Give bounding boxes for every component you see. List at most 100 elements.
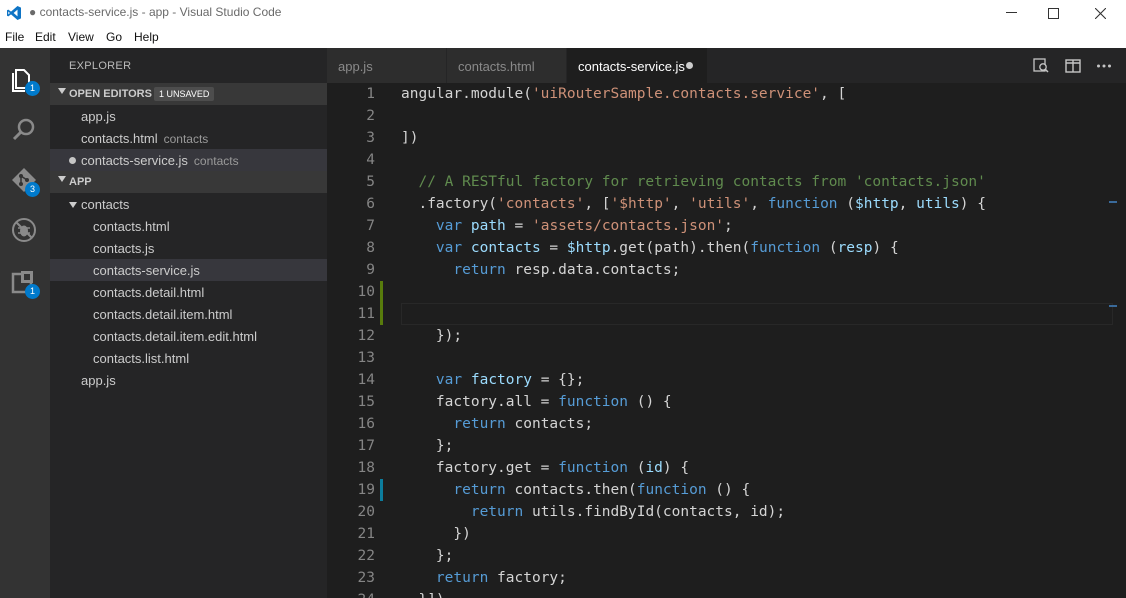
file-name: contacts.detail.item.html [93,307,233,322]
minimize-button[interactable] [988,0,1034,26]
menu-help[interactable]: Help [134,30,159,44]
code-line[interactable]: 7 var path = 'assets/contacts.json'; [327,215,1126,237]
split-editor-icon[interactable] [1064,57,1082,75]
debug-activity[interactable] [0,204,50,254]
line-number: 8 [366,240,375,256]
menu-view[interactable]: View [68,30,94,44]
code-line[interactable]: 15 factory.all = function () { [327,391,1126,413]
code-text: .factory('contacts', ['$http', 'utils', … [401,193,986,215]
file-item[interactable]: contacts.list.html [50,347,327,369]
code-text: return contacts.then(function () { [401,479,750,501]
code-line[interactable]: 22 }; [327,545,1126,567]
code-token: 'uiRouterSample.contacts.service' [531,86,821,102]
maximize-button[interactable] [1030,0,1076,26]
code-line[interactable]: 17 }; [327,435,1126,457]
code-token: angular.module( [401,86,532,102]
code-line[interactable]: 16 return contacts; [327,413,1126,435]
source-control-activity[interactable]: 3 [0,154,50,204]
code-line[interactable]: 2 [327,105,1126,127]
more-actions-icon[interactable] [1095,57,1113,75]
code-text: }; [401,545,453,567]
file-item[interactable]: contacts.html [50,215,327,237]
tab-app-js[interactable]: app.js [327,48,447,83]
code-token: var [435,240,463,256]
code-token: contacts [470,240,541,256]
code-token: var [435,218,463,234]
line-number: 10 [357,284,375,300]
code-token: .get(path).then( [610,240,751,256]
file-item[interactable]: app.js [50,369,327,391]
tab-contacts-html[interactable]: contacts.html [447,48,567,83]
code-token: function [558,394,628,410]
tab-contacts-service-js[interactable]: contacts-service.js [567,48,707,83]
tab-label: app.js [338,59,373,74]
open-editor-item[interactable]: contacts-service.js contacts [50,149,327,171]
search-activity[interactable] [0,104,50,154]
menu-edit[interactable]: Edit [35,30,56,44]
line-number: 15 [357,394,375,410]
file-name: app.js [81,373,116,388]
code-line[interactable]: 23 return factory; [327,567,1126,589]
file-item[interactable]: contacts.detail.item.edit.html [50,325,327,347]
unsaved-dot-icon[interactable] [686,62,693,69]
code-token: , [ [820,86,847,102]
code-line[interactable]: 4 [327,149,1126,171]
folder-name: contacts [81,197,130,212]
explorer-activity[interactable]: 1 [0,54,50,104]
line-number: 6 [366,196,375,212]
code-token: factory [470,372,532,388]
close-button[interactable] [1077,0,1123,26]
code-token: utils.findById(contacts, id); [523,504,786,520]
code-line[interactable]: 6 .factory('contacts', ['$http', 'utils'… [327,193,1126,215]
code-line[interactable]: 1 angular.module('uiRouterSample.contacts… [327,83,1126,105]
code-editor[interactable]: 1 angular.module('uiRouterSample.contacts… [327,83,1126,598]
open-editor-folder: contacts [193,154,239,168]
unsaved-badge: 1 UNSAVED [154,87,215,101]
file-item[interactable]: contacts-service.js [50,259,327,281]
code-line[interactable]: 12 }); [327,325,1126,347]
code-token: }]) [401,592,444,598]
file-name: contacts.detail.html [93,285,205,300]
file-item[interactable]: contacts.detail.item.html [50,303,327,325]
code-token: '$http' [610,196,672,212]
code-line[interactable]: 18 factory.get = function (id) { [327,457,1126,479]
extensions-activity[interactable]: 1 [0,256,50,306]
line-number: 23 [357,570,375,586]
code-token: , [898,196,917,212]
code-token: $http [566,240,611,256]
file-item[interactable]: contacts.detail.html [50,281,327,303]
code-line[interactable]: 24 }]) [327,589,1126,598]
open-editor-item[interactable]: app.js [50,105,327,127]
menu-go[interactable]: Go [106,30,122,44]
code-token: }; [401,438,454,454]
code-token: = [540,240,567,256]
menu-file[interactable]: File [5,30,24,44]
code-line[interactable]: 9 return resp.data.contacts; [327,259,1126,281]
line-number: 24 [327,589,375,598]
activity-bar: 1 3 1 [0,48,50,598]
close-icon [1094,7,1106,19]
file-item[interactable]: contacts.js [50,237,327,259]
code-line[interactable]: 14 var factory = {}; [327,369,1126,391]
code-line[interactable]: 20 return utils.findById(contacts, id); [327,501,1126,523]
code-line[interactable]: 11 [327,303,1126,325]
code-line[interactable]: 8 var contacts = $http.get(path).then(fu… [327,237,1126,259]
folder-contacts[interactable]: contacts [50,193,327,215]
code-token: 'assets/contacts.json' [531,218,725,234]
app-section-header[interactable]: APP [50,171,327,193]
code-line[interactable]: 3]) [327,127,1126,149]
title-bar: ● contacts-service.js - app - Visual Stu… [0,0,1126,26]
code-line[interactable]: 5 // A RESTful factory for retrieving co… [327,171,1126,193]
code-token: () { [627,394,672,410]
code-line[interactable]: 10 [327,281,1126,303]
unsaved-dot-icon [69,157,76,164]
code-line[interactable]: 13 [327,347,1126,369]
code-line[interactable]: 21 }) [327,523,1126,545]
open-editor-item[interactable]: contacts.html contacts [50,127,327,149]
code-line[interactable]: 19 return contacts.then(function () { [327,479,1126,501]
open-changes-icon[interactable] [1032,57,1050,75]
code-token: id [645,460,663,476]
open-editors-header[interactable]: OPEN EDITORS 1 UNSAVED [50,83,327,105]
menu-bar: File Edit View Go Help [0,26,1126,49]
